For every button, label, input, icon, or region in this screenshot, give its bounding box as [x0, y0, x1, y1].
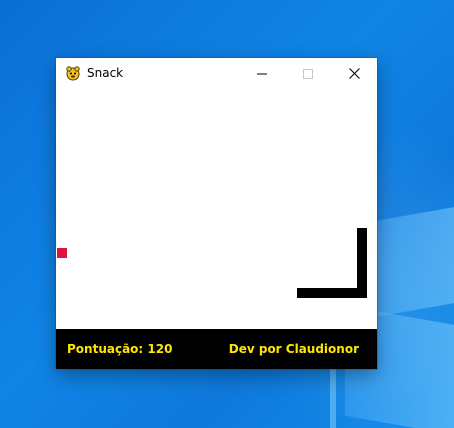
snake-body-horizontal — [297, 288, 367, 298]
minimize-icon — [257, 64, 267, 83]
food-pellet — [57, 248, 67, 258]
close-button[interactable] — [331, 58, 377, 88]
status-bar: Pontuação: 120 Dev por Claudionor — [56, 329, 377, 369]
score-label: Pontuação: 120 — [67, 342, 173, 356]
game-board[interactable] — [56, 88, 377, 329]
title-bar[interactable]: Snack — [56, 58, 377, 88]
maximize-icon — [303, 64, 313, 83]
minimize-button[interactable] — [239, 58, 285, 88]
close-icon — [348, 64, 360, 83]
window-title: Snack — [87, 66, 124, 80]
snack-game-window[interactable]: Snack Pontuação: 120 Dev por Claudionor — [56, 58, 377, 369]
maximize-button[interactable] — [285, 58, 331, 88]
pygame-snake-icon — [65, 65, 81, 81]
credit-label: Dev por Claudionor — [228, 342, 359, 356]
desktop-background: Snack Pontuação: 120 Dev por Claudionor — [0, 0, 454, 428]
